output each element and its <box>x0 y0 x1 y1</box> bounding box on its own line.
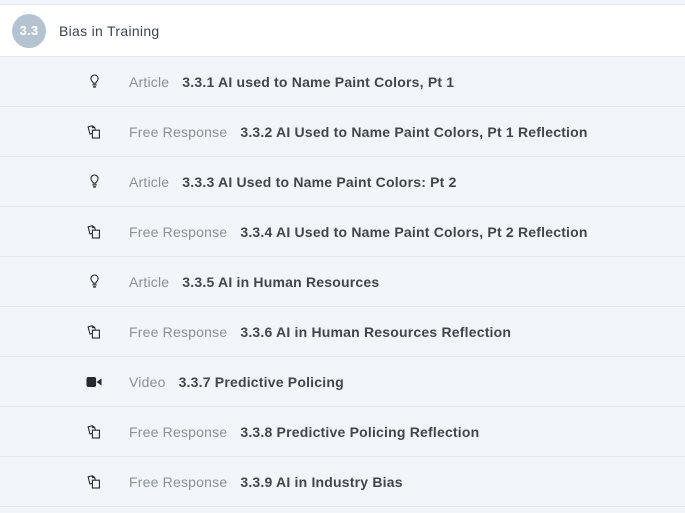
lesson-type-label: Free Response <box>129 324 227 340</box>
lesson-icon-box <box>85 323 103 341</box>
lesson-type-label: Article <box>129 174 169 190</box>
lesson-icon-box <box>85 473 103 491</box>
section-header[interactable]: 3.3 Bias in Training <box>0 5 685 57</box>
free-response-pages-icon <box>86 324 102 340</box>
lesson-row[interactable]: Free Response 3.3.6 AI in Human Resource… <box>0 307 685 357</box>
lesson-type-label: Article <box>129 274 169 290</box>
lesson-title: 3.3.6 AI in Human Resources Reflection <box>240 324 511 340</box>
lesson-icon-box <box>85 173 103 191</box>
section-title: Bias in Training <box>59 23 160 39</box>
video-camera-icon <box>86 376 102 388</box>
lesson-title: 3.3.2 AI Used to Name Paint Colors, Pt 1… <box>240 124 587 140</box>
lightbulb-icon <box>89 74 100 89</box>
lesson-row[interactable]: Free Response 3.3.4 AI Used to Name Pain… <box>0 207 685 257</box>
lesson-row[interactable]: Video 3.3.7 Predictive Policing <box>0 357 685 407</box>
lesson-icon-box <box>85 373 103 391</box>
lesson-row[interactable]: Free Response 3.3.8 Predictive Policing … <box>0 407 685 457</box>
lesson-row[interactable]: Free Response 3.3.9 AI in Industry Bias <box>0 457 685 507</box>
lesson-type-label: Free Response <box>129 224 227 240</box>
section-number-badge: 3.3 <box>12 14 46 48</box>
free-response-pages-icon <box>86 474 102 490</box>
lesson-title: 3.3.4 AI Used to Name Paint Colors, Pt 2… <box>240 224 587 240</box>
lightbulb-icon <box>89 274 100 289</box>
lesson-title: 3.3.7 Predictive Policing <box>179 374 344 390</box>
free-response-pages-icon <box>86 224 102 240</box>
lesson-icon-box <box>85 223 103 241</box>
lesson-type-label: Free Response <box>129 474 227 490</box>
free-response-pages-icon <box>86 424 102 440</box>
lesson-icon-box <box>85 123 103 141</box>
lesson-row[interactable]: Free Response 3.3.2 AI Used to Name Pain… <box>0 107 685 157</box>
lesson-title: 3.3.3 AI Used to Name Paint Colors: Pt 2 <box>182 174 456 190</box>
lesson-type-label: Free Response <box>129 124 227 140</box>
lesson-icon-box <box>85 423 103 441</box>
lesson-row[interactable]: Article 3.3.1 AI used to Name Paint Colo… <box>0 57 685 107</box>
lesson-type-label: Article <box>129 74 169 90</box>
lesson-title: 3.3.5 AI in Human Resources <box>182 274 379 290</box>
lesson-type-label: Video <box>129 374 166 390</box>
lesson-icon-box <box>85 73 103 91</box>
lesson-row[interactable]: Article 3.3.5 AI in Human Resources <box>0 257 685 307</box>
free-response-pages-icon <box>86 124 102 140</box>
lesson-title: 3.3.8 Predictive Policing Reflection <box>240 424 479 440</box>
lesson-row[interactable]: Article 3.3.3 AI Used to Name Paint Colo… <box>0 157 685 207</box>
lightbulb-icon <box>89 174 100 189</box>
lesson-title: 3.3.1 AI used to Name Paint Colors, Pt 1 <box>182 74 454 90</box>
lesson-list: Article 3.3.1 AI used to Name Paint Colo… <box>0 57 685 513</box>
lesson-icon-box <box>85 273 103 291</box>
lesson-title: 3.3.9 AI in Industry Bias <box>240 474 402 490</box>
lesson-type-label: Free Response <box>129 424 227 440</box>
curriculum-module: 3.3 Bias in Training Article 3.3 <box>0 0 685 513</box>
